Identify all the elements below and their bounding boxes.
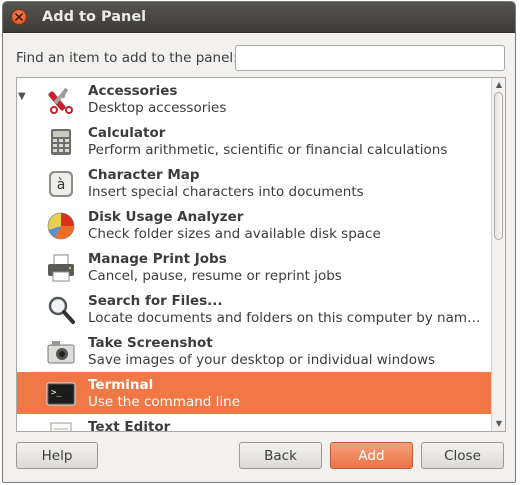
expander-arrow-icon[interactable]: ▼ (18, 91, 26, 102)
item-description: Cancel, pause, resume or reprint jobs (88, 268, 342, 284)
item-list: ▼ Accessories Desktop accessories Calcul… (16, 77, 506, 432)
list-item[interactable]: Search for Files... Locate documents and… (17, 288, 491, 330)
item-name: Text Editor (88, 419, 171, 432)
list-item-selected[interactable]: >_ Terminal Use the command line (17, 372, 491, 414)
list-item[interactable]: Manage Print Jobs Cancel, pause, resume … (17, 246, 491, 288)
item-name: Character Map (88, 167, 200, 183)
vertical-scrollbar[interactable]: ▲ ▼ (491, 78, 505, 431)
calculator-icon (51, 129, 71, 155)
character-map-icon: à (49, 171, 73, 197)
window-title: Add to Panel (42, 9, 147, 25)
item-description: Save images of your desktop or individua… (88, 352, 436, 368)
item-name: Manage Print Jobs (88, 251, 227, 267)
item-name: Search for Files... (88, 293, 223, 309)
add-button[interactable]: Add (330, 442, 413, 469)
scrollbar-thumb[interactable] (494, 92, 503, 240)
scroll-up-icon[interactable]: ▲ (494, 80, 504, 90)
search-input[interactable] (235, 45, 505, 71)
close-window-icon[interactable] (11, 9, 27, 25)
item-description: Perform arithmetic, scientific or financ… (88, 142, 448, 158)
item-name: Disk Usage Analyzer (88, 209, 244, 225)
back-button[interactable]: Back (239, 442, 322, 469)
item-name: Terminal (88, 377, 154, 393)
pie-chart-icon (47, 212, 75, 240)
titlebar: Add to Panel (3, 2, 515, 33)
list-item[interactable]: à Character Map Insert special character… (17, 162, 491, 204)
camera-icon (47, 341, 75, 364)
list-item[interactable]: Calculator Perform arithmetic, scientifi… (17, 120, 491, 162)
list-item[interactable]: ▼ Accessories Desktop accessories (17, 78, 491, 120)
item-description: Insert special characters into documents (88, 184, 364, 200)
item-name: Calculator (88, 125, 166, 141)
scroll-down-icon[interactable]: ▼ (494, 419, 504, 429)
help-button[interactable]: Help (16, 442, 98, 469)
item-description: Desktop accessories (88, 100, 227, 116)
search-label: Find an item to add to the panel: (16, 50, 238, 66)
list-item[interactable]: Take Screenshot Save images of your desk… (17, 330, 491, 372)
item-description: Locate documents and folders on this com… (88, 310, 488, 326)
close-button[interactable]: Close (421, 442, 504, 469)
printer-icon (48, 254, 74, 282)
list-item[interactable]: Text Editor (17, 414, 491, 432)
item-name: Accessories (88, 83, 178, 99)
list-item[interactable]: Disk Usage Analyzer Check folder sizes a… (17, 204, 491, 246)
svg-text:à: à (57, 177, 66, 193)
item-name: Take Screenshot (88, 335, 213, 351)
text-editor-icon (50, 422, 72, 431)
svg-text:>_: >_ (51, 388, 62, 398)
add-to-panel-dialog: Add to Panel Find an item to add to the … (2, 1, 516, 483)
magnifier-icon (48, 296, 75, 324)
item-description: Use the command line (88, 394, 240, 410)
item-description: Check folder sizes and available disk sp… (88, 226, 381, 242)
terminal-icon: >_ (46, 382, 76, 406)
scissors-icon (48, 87, 73, 114)
